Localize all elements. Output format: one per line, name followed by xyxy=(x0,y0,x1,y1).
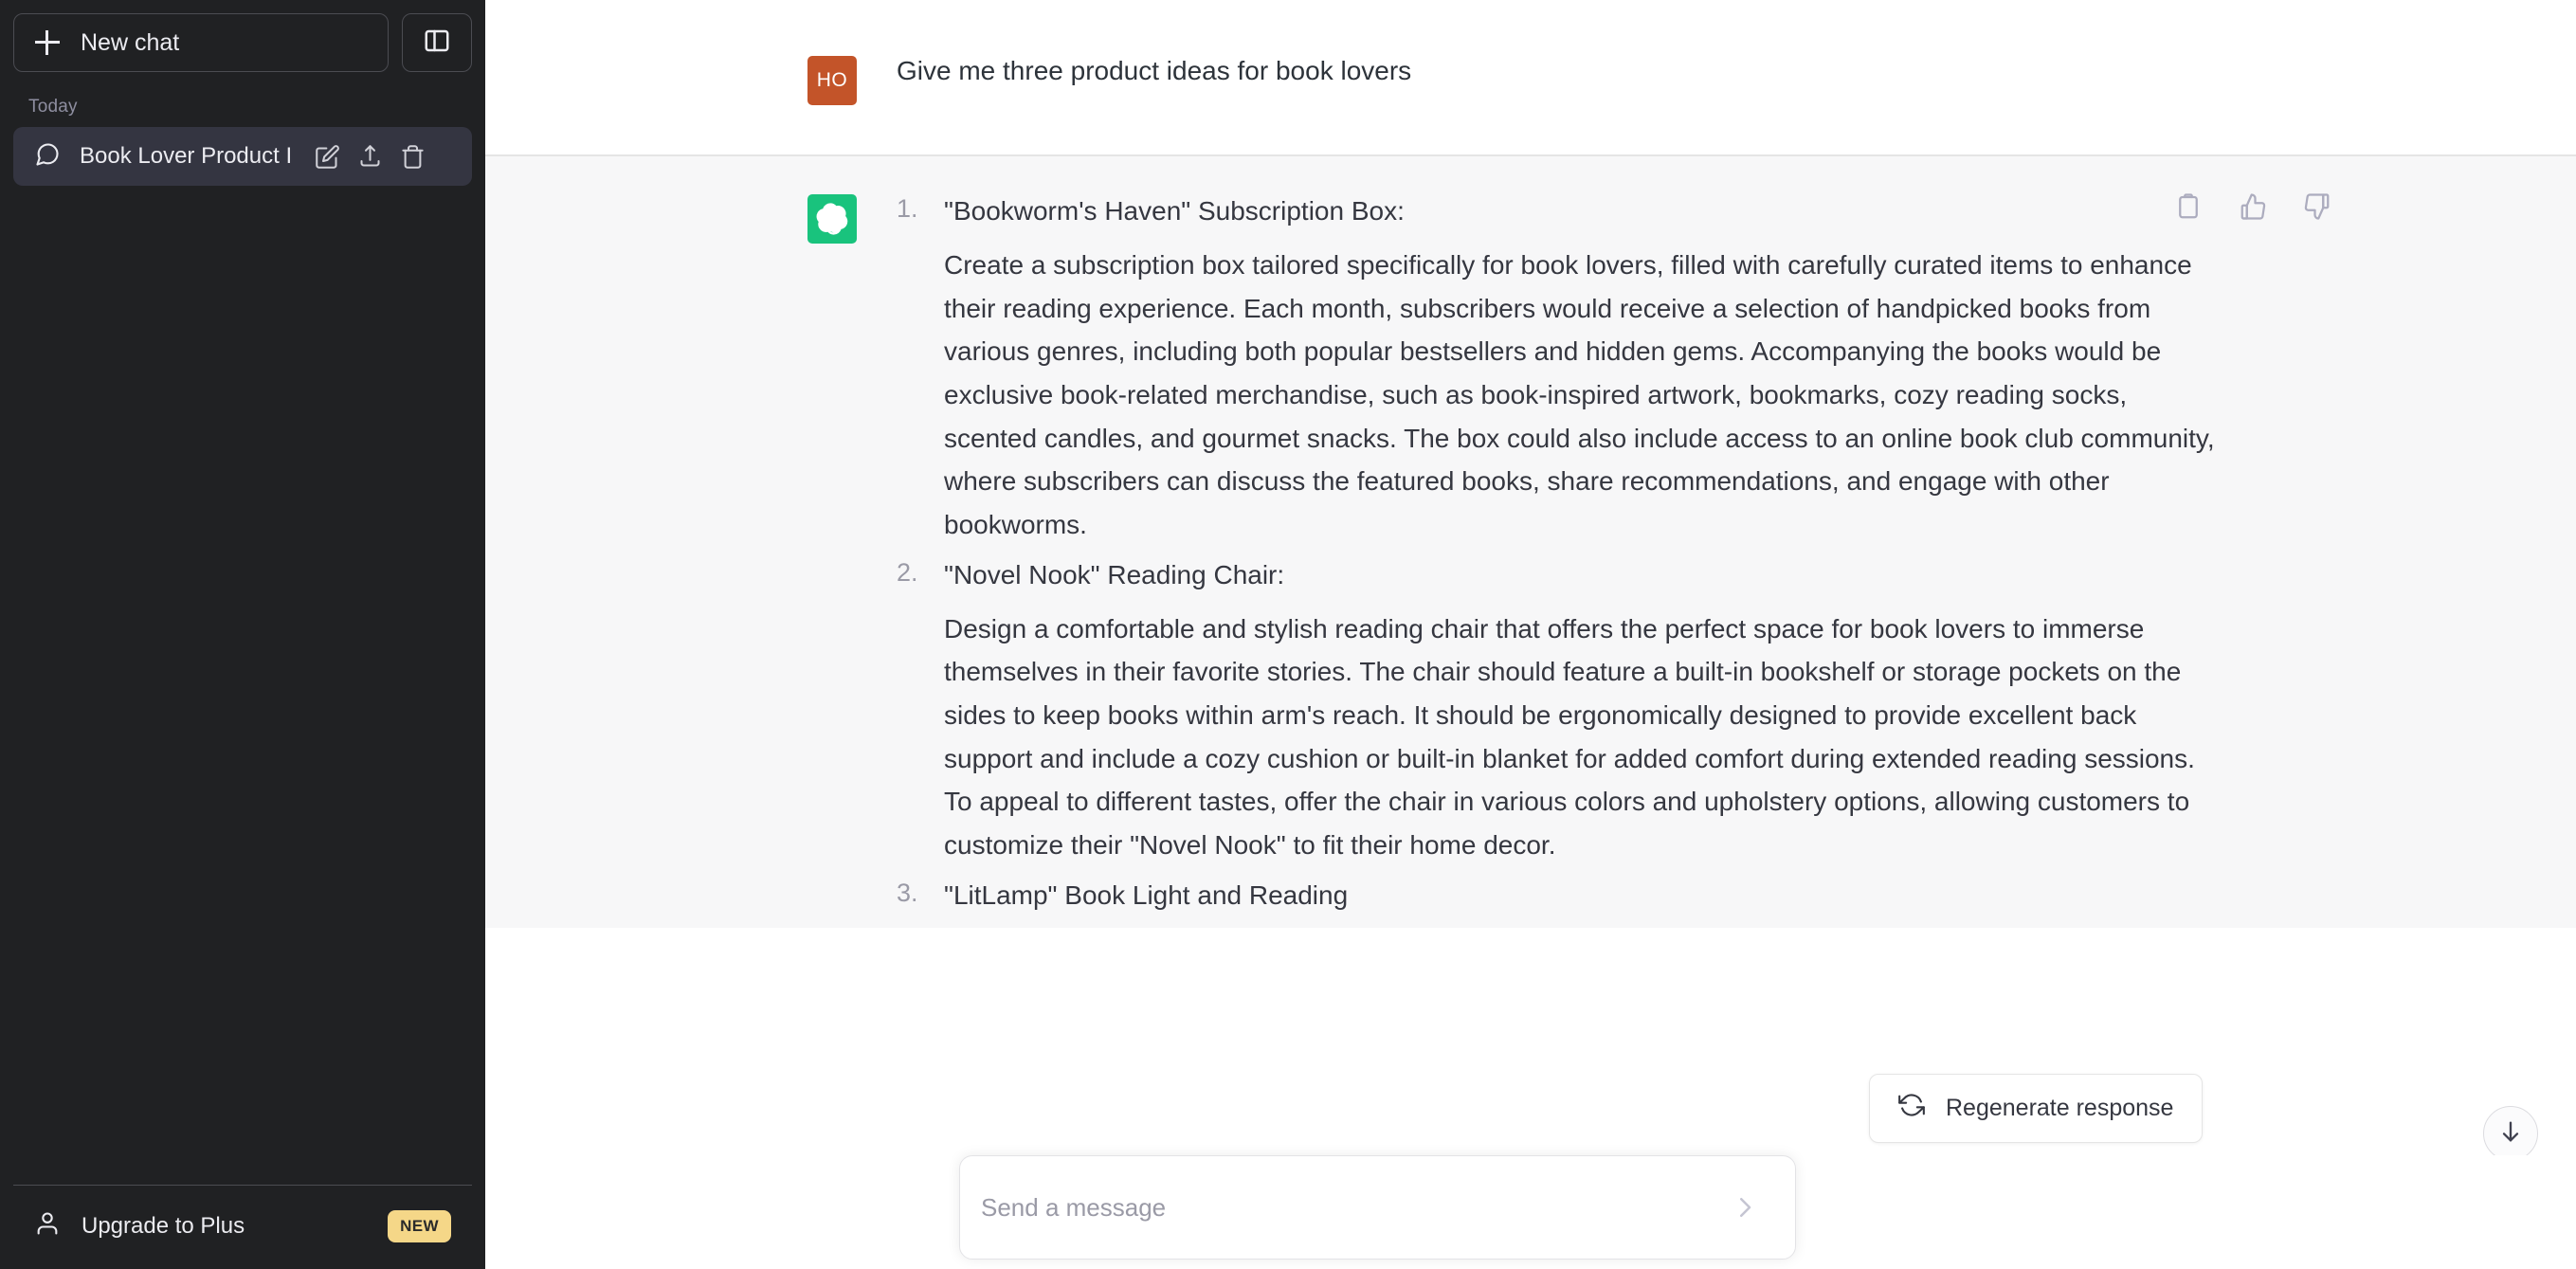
upgrade-label: Upgrade to Plus xyxy=(82,1213,245,1239)
thumbs-up-icon[interactable] xyxy=(2239,192,2267,221)
sidebar-toggle-button[interactable] xyxy=(402,13,472,72)
new-chat-label: New chat xyxy=(81,28,180,56)
send-button[interactable] xyxy=(1723,1186,1767,1229)
new-badge: NEW xyxy=(388,1210,451,1242)
answer-item-description: Create a subscription box tailored speci… xyxy=(944,250,2215,539)
refresh-icon xyxy=(1898,1092,1925,1125)
answer-item: "LitLamp" Book Light and Reading xyxy=(897,880,2220,911)
user-message-inner: HO Give me three product ideas for book … xyxy=(807,50,2220,105)
thumbs-down-icon[interactable] xyxy=(2303,192,2331,221)
arrow-down-icon xyxy=(2497,1118,2524,1150)
answer-item: "Bookworm's Haven" Subscription Box: Cre… xyxy=(897,196,2220,547)
main-content: HO Give me three product ideas for book … xyxy=(485,0,2576,1269)
user-icon xyxy=(34,1210,61,1243)
assistant-message-body: "Bookworm's Haven" Subscription Box: Cre… xyxy=(897,189,2220,928)
user-message-text: Give me three product ideas for book lov… xyxy=(897,55,1412,85)
copy-icon[interactable] xyxy=(2174,192,2203,221)
sidebar-top-bar: New chat xyxy=(13,13,472,72)
composer-box xyxy=(959,1155,1796,1260)
assistant-message-inner: "Bookworm's Haven" Subscription Box: Cre… xyxy=(807,189,2330,928)
composer-area xyxy=(485,1155,2576,1269)
assistant-answer-list: "Bookworm's Haven" Subscription Box: Cre… xyxy=(897,196,2220,911)
assistant-message-row: "Bookworm's Haven" Subscription Box: Cre… xyxy=(485,156,2576,928)
user-avatar: HO xyxy=(807,55,857,105)
answer-item-title: "Bookworm's Haven" Subscription Box: xyxy=(944,196,1405,226)
scroll-to-bottom-button[interactable] xyxy=(2483,1106,2538,1161)
new-chat-button[interactable]: New chat xyxy=(13,13,389,72)
sidebar-chat-item[interactable]: 1. Book Lover Product I xyxy=(13,127,472,186)
answer-item-title: "Novel Nook" Reading Chair: xyxy=(944,559,1285,589)
user-message-row: HO Give me three product ideas for book … xyxy=(485,0,2576,156)
upgrade-to-plus-button[interactable]: Upgrade to Plus NEW xyxy=(13,1197,472,1256)
share-icon[interactable] xyxy=(357,144,383,170)
assistant-avatar xyxy=(807,194,857,244)
assistant-message-actions xyxy=(2174,192,2331,221)
edit-icon[interactable] xyxy=(315,144,340,170)
sidebar-chat-title: Book Lover Product I xyxy=(80,143,293,169)
answer-item-description: Design a comfortable and stylish reading… xyxy=(944,613,2195,860)
answer-item-title: "LitLamp" Book Light and Reading xyxy=(944,879,1349,910)
message-input[interactable] xyxy=(981,1192,1723,1223)
plus-icon xyxy=(35,30,60,55)
delete-icon[interactable] xyxy=(400,144,426,170)
regenerate-response-button[interactable]: Regenerate response xyxy=(1869,1074,2204,1143)
answer-item: "Novel Nook" Reading Chair: Design a com… xyxy=(897,560,2220,867)
chat-bubble-icon xyxy=(34,141,61,172)
chat-item-actions xyxy=(315,144,426,170)
regenerate-response-label: Regenerate response xyxy=(1946,1095,2174,1121)
sidebar-panel-icon xyxy=(423,27,451,60)
app-root: New chat Today 1. Book Lover Product I xyxy=(0,0,2576,1269)
sidebar-footer: Upgrade to Plus NEW xyxy=(13,1185,472,1256)
sidebar-section-label: Today xyxy=(28,97,78,117)
sidebar: New chat Today 1. Book Lover Product I xyxy=(0,0,485,1269)
user-message-body: Give me three product ideas for book lov… xyxy=(897,50,2220,105)
